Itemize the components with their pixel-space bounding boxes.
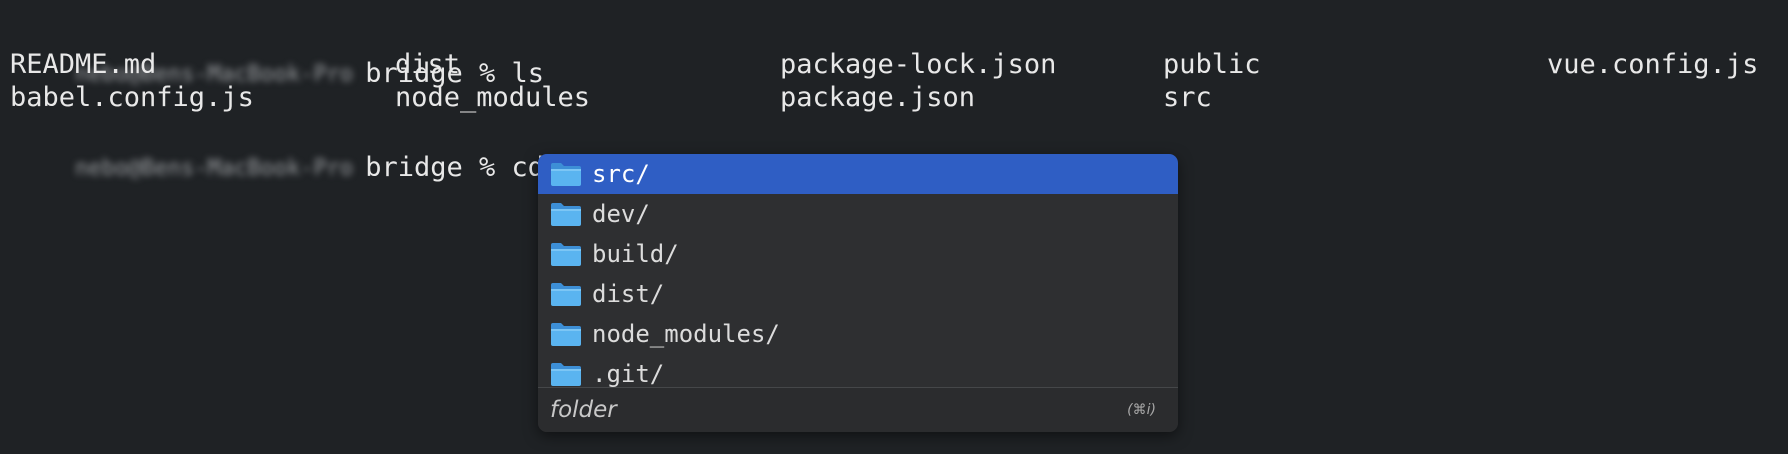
prompt-host-blurred: nebo@Bens-MacBook-Pro: [75, 155, 354, 181]
shortcut-hint[interactable]: (⌘i): [1127, 402, 1156, 418]
autocomplete-item[interactable]: node_modules/: [538, 314, 1178, 354]
autocomplete-item-label: dev/: [592, 200, 650, 228]
autocomplete-item[interactable]: dev/: [538, 194, 1178, 234]
folder-icon: [550, 201, 582, 227]
autocomplete-item-label: node_modules/: [592, 320, 780, 348]
ls-entry: vue.config.js: [1547, 49, 1759, 80]
autocomplete-item[interactable]: src/: [538, 154, 1178, 194]
autocomplete-item-label: build/: [592, 240, 679, 268]
folder-icon: [550, 241, 582, 267]
item-description: folder: [550, 397, 617, 423]
ls-entry: package.json: [780, 82, 976, 113]
prompt-line-cd: nebo@Bens-MacBook-Pro bridge % cd: [10, 108, 571, 184]
folder-icon: [550, 281, 582, 307]
terminal-window[interactable]: nebo@Bens-MacBook-Pro bridge % ls README.…: [0, 0, 1788, 454]
autocomplete-footer: folder (⌘i): [538, 387, 1178, 432]
autocomplete-item-label: src/: [592, 160, 650, 188]
folder-icon: [550, 361, 582, 387]
ls-entry: src: [1163, 82, 1212, 113]
command-cd: bridge % cd: [365, 152, 544, 183]
autocomplete-item-label: .git/: [592, 360, 665, 388]
folder-icon: [550, 161, 582, 187]
autocomplete-popup[interactable]: src/ dev/ build/ dist/ node_modules/ .gi…: [538, 154, 1178, 432]
autocomplete-item-label: dist/: [592, 280, 665, 308]
folder-icon: [550, 321, 582, 347]
autocomplete-item[interactable]: build/: [538, 234, 1178, 274]
autocomplete-item[interactable]: dist/: [538, 274, 1178, 314]
